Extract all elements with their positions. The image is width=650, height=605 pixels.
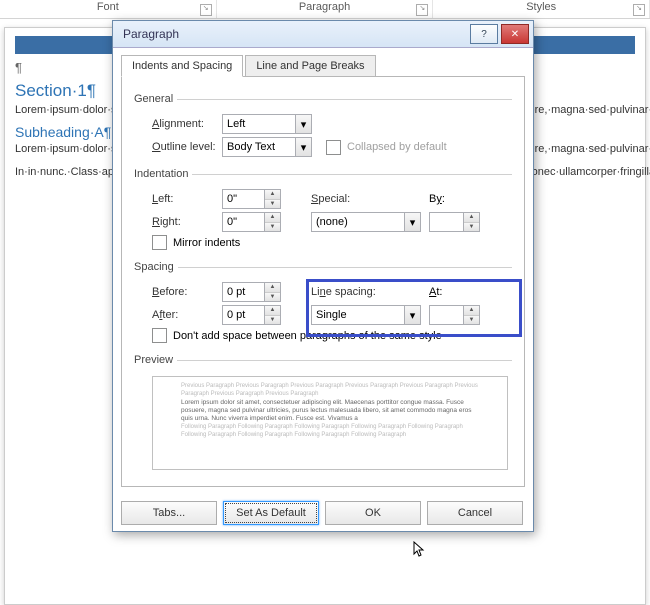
dialog-tabs: Indents and Spacing Line and Page Breaks [113,48,533,76]
dialog-title: Paragraph [123,27,467,41]
outline-value: Body Text [227,141,275,153]
ribbon-group-styles: Styles↘ [433,0,650,18]
cancel-button[interactable]: Cancel [427,501,523,525]
left-indent-input[interactable] [222,189,264,209]
preview-box: Previous Paragraph Previous Paragraph Pr… [152,376,508,470]
ribbon: Font↘ Paragraph↘ Styles↘ [0,0,650,19]
chevron-down-icon: ▾ [295,115,311,133]
spinner-buttons[interactable]: ▲▼ [463,212,480,232]
font-launcher-icon[interactable]: ↘ [200,4,212,16]
collapsed-label: Collapsed by default [347,141,447,153]
mirror-indents-label: Mirror indents [173,237,240,249]
dialog-buttons: Tabs... Set As Default OK Cancel [113,495,533,531]
collapsed-checkbox [326,140,341,155]
ribbon-group-font: Font↘ [0,0,217,18]
right-indent-spinner[interactable]: ▲▼ [222,212,281,232]
preview-main: Lorem ipsum dolor sit amet, consectetuer… [181,399,479,424]
after-label: After: [152,309,222,321]
chevron-down-icon: ▾ [404,213,420,231]
right-indent-label: Right: [152,216,222,228]
line-spacing-combo[interactable]: Single ▾ [311,305,421,325]
dialog-titlebar[interactable]: Paragraph ? ✕ [113,21,533,48]
special-label: Special: [311,193,401,205]
close-button[interactable]: ✕ [501,24,529,44]
no-space-checkbox[interactable] [152,328,167,343]
indentation-legend: Indentation [134,168,192,180]
no-space-label: Don't add space between paragraphs of th… [173,330,442,342]
chevron-down-icon: ▾ [404,306,420,324]
preview-next: Following Paragraph Following Paragraph … [181,424,479,440]
tab-panel: General Alignment: Left ▾ Outline level:… [121,76,525,487]
indentation-group: Indentation Left: ▲▼ Special: By: Right:… [134,168,512,255]
ok-button[interactable]: OK [325,501,421,525]
tab-line-page-breaks[interactable]: Line and Page Breaks [245,55,375,77]
preview-group: Preview Previous Paragraph Previous Para… [134,354,512,476]
styles-launcher-icon[interactable]: ↘ [633,4,645,16]
spacing-legend: Spacing [134,261,178,273]
after-spinner[interactable]: ▲▼ [222,305,281,325]
paragraph-launcher-icon[interactable]: ↘ [416,4,428,16]
by-label: By: [429,193,445,205]
set-as-default-button[interactable]: Set As Default [223,501,319,525]
general-group: General Alignment: Left ▾ Outline level:… [134,93,512,162]
general-legend: General [134,93,177,105]
help-button[interactable]: ? [470,24,498,44]
chevron-down-icon: ▾ [295,138,311,156]
spinner-buttons[interactable]: ▲▼ [463,305,480,325]
after-input[interactable] [222,305,264,325]
mirror-indents-checkbox[interactable] [152,235,167,250]
preview-legend: Preview [134,354,177,366]
ribbon-group-paragraph: Paragraph↘ [217,0,434,18]
left-indent-label: Left: [152,193,222,205]
outline-combo[interactable]: Body Text ▾ [222,137,312,157]
close-icon: ✕ [511,29,519,40]
spacing-group: Spacing Before: ▲▼ Line spacing: At: Aft… [134,261,512,348]
spinner-buttons[interactable]: ▲▼ [264,189,281,209]
right-indent-input[interactable] [222,212,264,232]
paragraph-dialog: Paragraph ? ✕ Indents and Spacing Line a… [112,20,534,532]
alignment-label: Alignment: [152,118,222,130]
alignment-value: Left [227,118,245,130]
by-spinner[interactable]: ▲▼ [429,212,480,232]
tabs-button[interactable]: Tabs... [121,501,217,525]
special-value: (none) [316,216,348,228]
at-spinner[interactable]: ▲▼ [429,305,480,325]
line-spacing-value: Single [316,309,347,321]
spinner-buttons[interactable]: ▲▼ [264,282,281,302]
outline-label: Outline level: [152,141,222,153]
help-icon: ? [481,29,487,40]
by-input[interactable] [429,212,463,232]
spinner-buttons[interactable]: ▲▼ [264,212,281,232]
spinner-buttons[interactable]: ▲▼ [264,305,281,325]
at-input[interactable] [429,305,463,325]
alignment-combo[interactable]: Left ▾ [222,114,312,134]
preview-prev: Previous Paragraph Previous Paragraph Pr… [181,383,479,399]
at-label: At: [429,286,442,298]
line-spacing-label: Line spacing: [311,286,401,298]
special-combo[interactable]: (none) ▾ [311,212,421,232]
before-spinner[interactable]: ▲▼ [222,282,281,302]
left-indent-spinner[interactable]: ▲▼ [222,189,281,209]
tab-indents-spacing[interactable]: Indents and Spacing [121,55,243,77]
before-label: Before: [152,286,222,298]
before-input[interactable] [222,282,264,302]
